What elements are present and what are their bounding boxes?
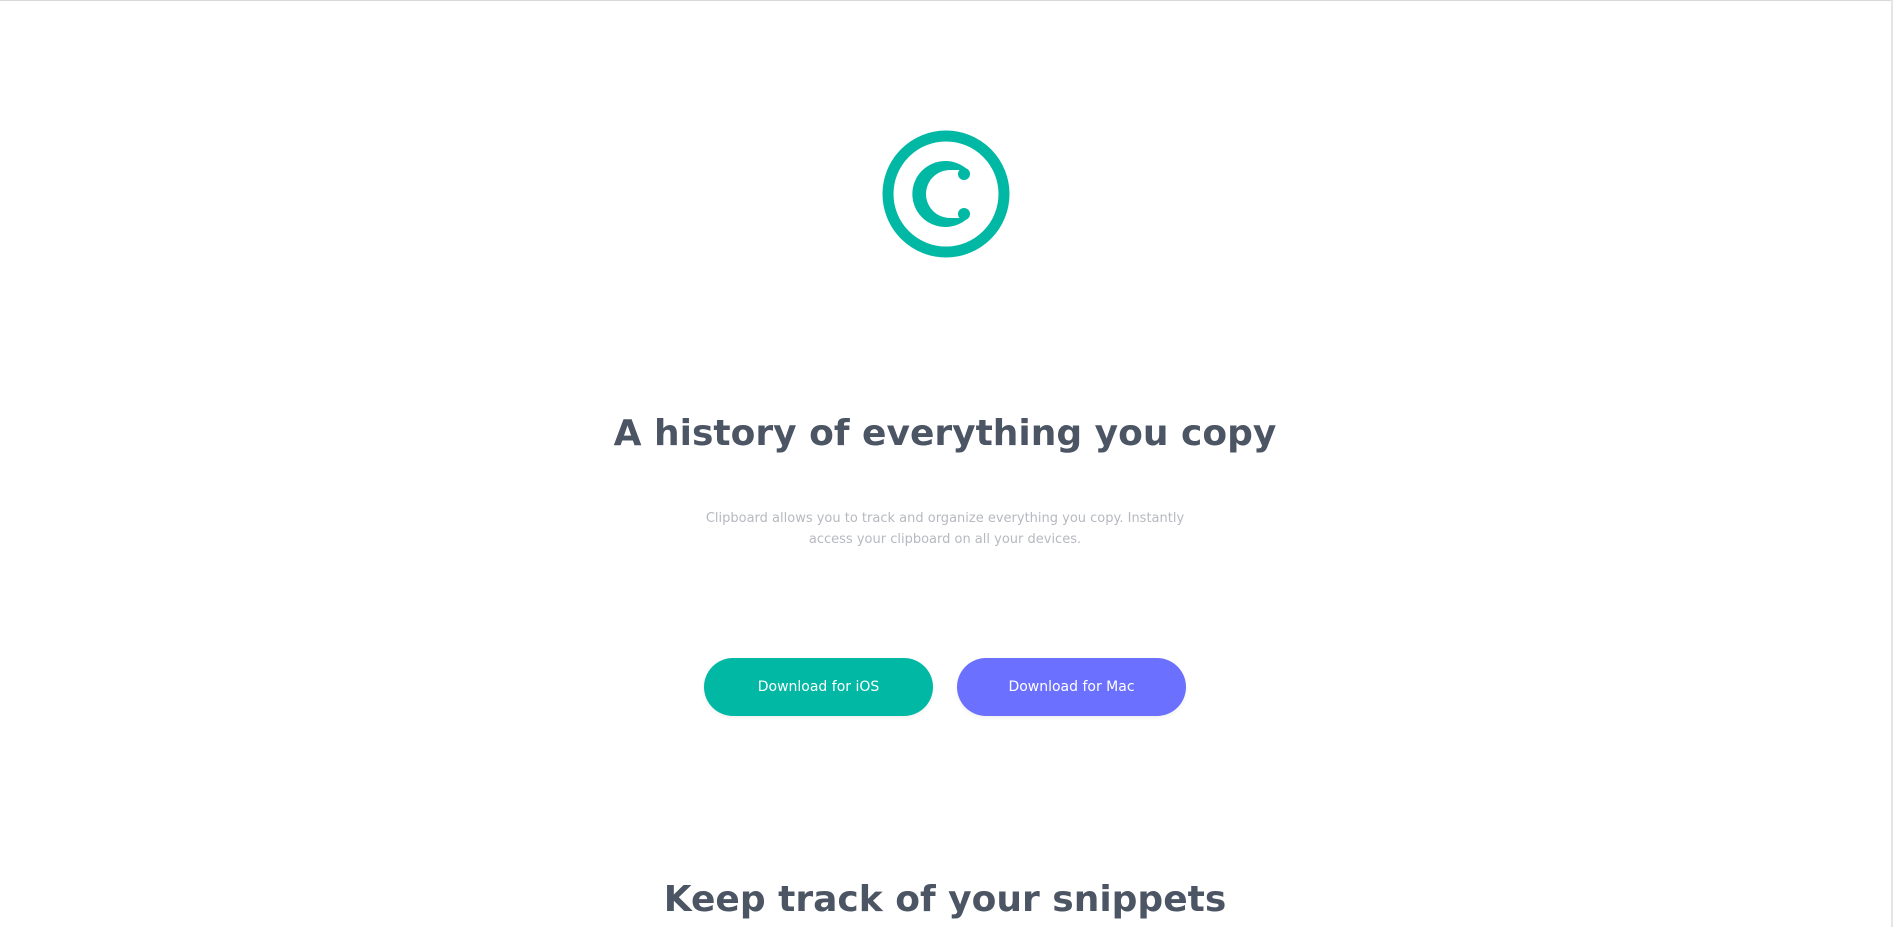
download-mac-button[interactable]: Download for Mac [957, 658, 1186, 716]
snippets-section-title: Keep track of your snippets [663, 879, 1227, 920]
landing-page: A history of everything you copy Clipboa… [0, 0, 1890, 927]
copyright-circle-icon [882, 130, 1010, 258]
download-ios-button[interactable]: Download for iOS [704, 658, 933, 716]
hero-title: A history of everything you copy [613, 413, 1277, 454]
download-buttons: Download for iOS Download for Mac [704, 658, 1186, 716]
clipboard-logo [882, 130, 1010, 258]
hero-description: Clipboard allows you to track and organi… [705, 511, 1185, 547]
